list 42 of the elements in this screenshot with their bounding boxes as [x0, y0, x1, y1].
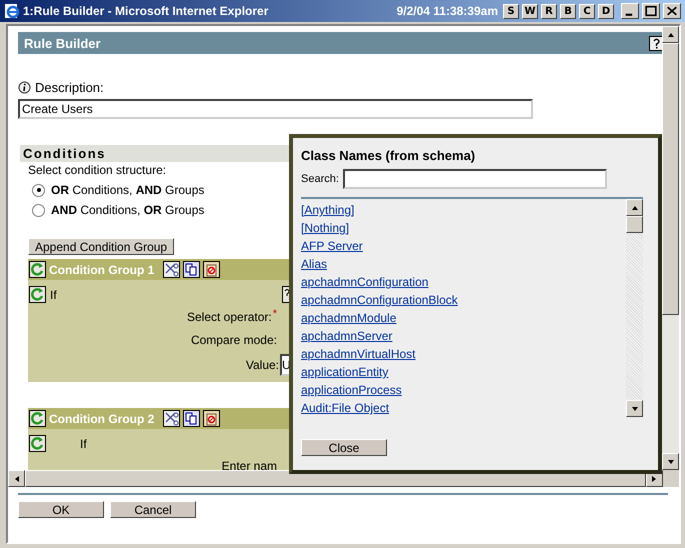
class-link[interactable]: apchadmnModule: [301, 310, 396, 328]
class-link[interactable]: apchadmnConfiguration: [301, 274, 428, 292]
class-link[interactable]: Audit:File Object: [301, 400, 390, 418]
field-label: Compare mode:: [190, 333, 277, 347]
shortcut-key[interactable]: S: [503, 4, 519, 18]
field-label: Select operator:: [187, 310, 272, 324]
if-label: If: [50, 288, 57, 302]
append-group-button[interactable]: Append Condition Group: [28, 238, 174, 255]
group-title: Condition Group 1: [49, 262, 154, 276]
shortcut-key[interactable]: R: [541, 4, 557, 18]
page-title: Rule Builder: [24, 36, 101, 50]
popup-title: Class Names (from schema): [301, 148, 476, 163]
cancel-button[interactable]: Cancel: [110, 501, 196, 518]
clock-text: 9/2/04 11:38:39am: [396, 4, 498, 18]
shortcut-key[interactable]: D: [598, 4, 614, 18]
group-title: Condition Group 2: [49, 412, 154, 426]
shortcut-key[interactable]: W: [522, 4, 538, 18]
shortcut-key[interactable]: C: [579, 4, 595, 18]
class-link[interactable]: [Anything]: [301, 202, 354, 220]
if-label: If: [80, 436, 87, 450]
class-link[interactable]: applicationProcess: [301, 382, 402, 400]
description-label: Description:: [35, 80, 104, 95]
shortcut-key[interactable]: B: [560, 4, 576, 18]
close-button[interactable]: Close: [301, 439, 387, 456]
ok-button[interactable]: OK: [18, 501, 104, 518]
window-title: 1:Rule Builder - Microsoft Internet Explorer: [23, 4, 270, 18]
required-marker: *: [272, 308, 277, 320]
class-link[interactable]: apchadmnVirtualHost: [301, 346, 416, 364]
class-link[interactable]: [Nothing]: [301, 220, 350, 238]
class-link[interactable]: applicationEntity: [301, 364, 388, 382]
class-link[interactable]: apchadmnConfigurationBlock: [301, 292, 458, 310]
search-label: Search:: [301, 173, 339, 185]
class-link[interactable]: AFP Server: [301, 238, 363, 256]
conditions-heading: Conditions: [20, 145, 290, 162]
class-link[interactable]: apchadmnServer: [301, 328, 392, 346]
description-field[interactable]: Create Users: [18, 99, 533, 119]
radio-label: OR Conditions, AND Groups: [51, 183, 204, 197]
radio-label: AND Conditions, OR Groups: [51, 203, 204, 217]
field-label: Value:: [246, 358, 279, 372]
field-label: Enter nam: [222, 459, 277, 470]
structure-label: Select condition structure:: [27, 163, 168, 177]
class-link[interactable]: Alias: [301, 256, 328, 274]
